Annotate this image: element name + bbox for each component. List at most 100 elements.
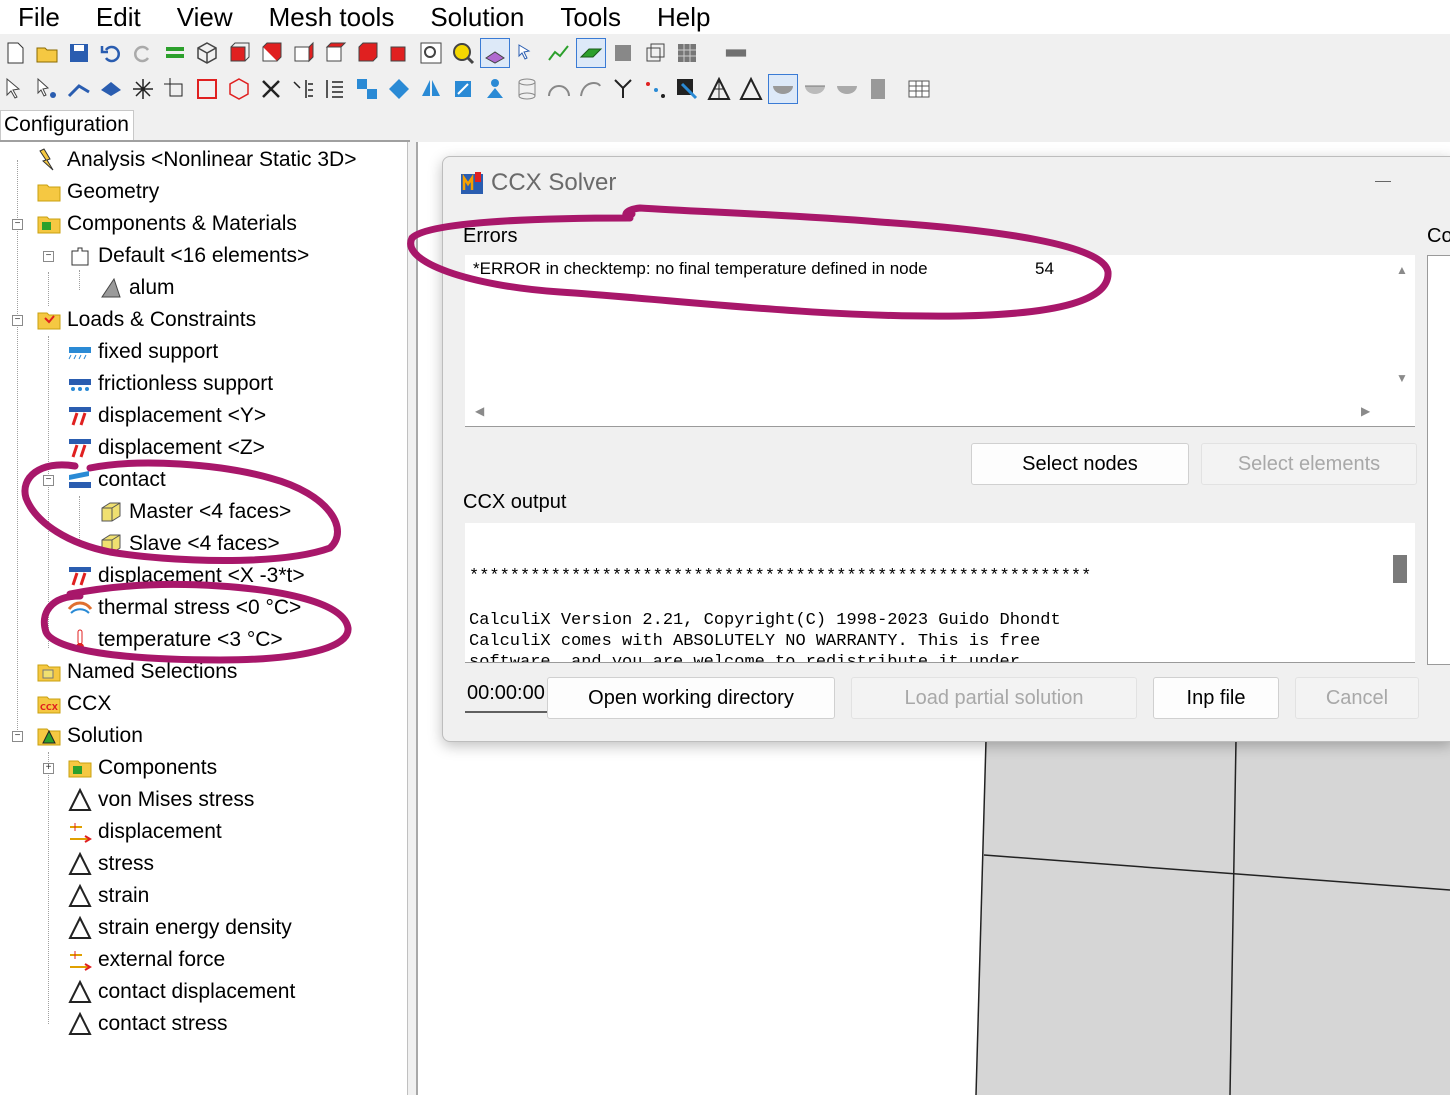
view-iso-icon[interactable] [192,38,222,68]
minimize-button[interactable] [1375,181,1391,182]
mesh-wireframe-icon[interactable] [672,38,702,68]
tree-item-components-materials[interactable]: Components & Materials [36,208,297,240]
redo-icon[interactable] [128,38,158,68]
shaded-icon[interactable] [608,38,638,68]
nodes-icon[interactable] [128,74,158,104]
undo-icon[interactable] [96,38,126,68]
move-icon[interactable] [448,74,478,104]
tree-item-default[interactable]: Default <16 elements> [67,240,309,272]
select-node-icon[interactable] [32,74,62,104]
triangle-icon[interactable] [736,74,766,104]
scroll-thumb[interactable] [1393,555,1407,583]
table-icon[interactable] [904,74,934,104]
split-icon[interactable] [288,74,318,104]
menu-edit[interactable]: Edit [78,0,159,34]
pointer-icon[interactable] [0,74,30,104]
expand-solution[interactable]: − [12,731,23,742]
mirror-icon[interactable] [416,74,446,104]
tree-item-strain-energy[interactable]: strain energy density [67,912,292,944]
side-panel[interactable] [1427,255,1450,665]
tree-item-geometry[interactable]: Geometry [36,176,159,208]
bowl-split-icon[interactable] [832,74,862,104]
save-icon[interactable] [64,38,94,68]
element-cube-icon[interactable] [224,74,254,104]
inp-file-button[interactable]: Inp file [1153,677,1279,719]
nodes-box-icon[interactable] [160,74,190,104]
tree-item-thermal-stress[interactable]: thermal stress <0 °C> [67,592,301,624]
graph-icon[interactable] [544,38,574,68]
menu-view[interactable]: View [159,0,251,34]
black-arrow-icon[interactable] [672,74,702,104]
select-elements-button[interactable]: Select elements [1201,443,1417,485]
new-file-icon[interactable] [0,38,30,68]
ccx-output-box[interactable]: ****************************************… [465,523,1415,663]
tree-item-analysis[interactable]: Analysis <Nonlinear Static 3D> [36,144,356,176]
element-square-icon[interactable] [192,74,222,104]
color-bar-icon[interactable] [718,38,754,68]
tree-item-ccx[interactable]: CCX CCX [36,688,111,720]
load-partial-solution-button[interactable]: Load partial solution [851,677,1137,719]
tree-item-von-mises[interactable]: von Mises stress [67,784,254,816]
open-folder-icon[interactable] [32,38,62,68]
menu-solution[interactable]: Solution [412,0,542,34]
list-icon[interactable] [160,38,190,68]
expand-contact[interactable]: − [43,475,54,486]
menu-mesh-tools[interactable]: Mesh tools [251,0,413,34]
view-bottom-icon[interactable] [384,38,414,68]
menu-file[interactable]: File [0,0,78,34]
select-face-icon[interactable] [96,74,126,104]
grid-gray-icon[interactable] [864,74,894,104]
view-back-icon[interactable] [256,38,286,68]
tree-item-components[interactable]: Components [67,752,217,784]
open-working-directory-button[interactable]: Open working directory [547,677,835,719]
curve-icon[interactable] [576,74,606,104]
tree-item-frictionless-support[interactable]: frictionless support [67,368,273,400]
bowl-icon[interactable] [768,74,798,104]
tree-item-external-force[interactable]: external force [67,944,225,976]
tree-item-slave[interactable]: Slave <4 faces> [98,528,280,560]
tree-item-displacement-z[interactable]: displacement <Z> [67,432,265,464]
surface-icon[interactable] [576,38,606,68]
view-front-icon[interactable] [224,38,254,68]
tree-item-master[interactable]: Master <4 faces> [98,496,291,528]
tree-item-fixed-support[interactable]: fixed support [67,336,218,368]
arch-icon[interactable] [544,74,574,104]
select-dropdown-icon[interactable] [512,38,542,68]
triangle-mesh-icon[interactable] [704,74,734,104]
tree-item-alum[interactable]: alum [98,272,175,304]
tree-item-strain[interactable]: strain [67,880,149,912]
menu-help[interactable]: Help [639,0,728,34]
tree-item-named-selections[interactable]: Named Selections [36,656,237,688]
errors-hscroll[interactable]: ◀ ▶ [465,398,1387,426]
tree-item-loads[interactable]: Loads & Constraints [36,304,256,336]
delete-icon[interactable] [256,74,286,104]
mesh-viewport[interactable] [418,740,1450,1095]
wireframe-icon[interactable] [640,38,670,68]
view-top-icon[interactable] [352,38,382,68]
output-vscroll[interactable] [1387,523,1415,662]
zoom-fit-icon[interactable] [448,38,478,68]
tree-item-displacement-x[interactable]: displacement <X -3*t> [67,560,305,592]
errors-box[interactable]: *ERROR in checktemp: no final temperatur… [465,255,1415,427]
tree-item-temperature[interactable]: temperature <3 °C> [67,624,283,656]
table-lines-icon[interactable] [320,74,350,104]
errors-vscroll[interactable]: ▲ ▼ [1387,255,1415,399]
diamond-icon[interactable] [384,74,414,104]
view-left-icon[interactable] [288,38,318,68]
person-icon[interactable] [480,74,510,104]
tree-item-contact-stress[interactable]: contact stress [67,1008,228,1040]
cancel-button[interactable]: Cancel [1295,677,1419,719]
expand-components-materials[interactable]: − [12,219,23,230]
select-edge-icon[interactable] [64,74,94,104]
tree-item-solution[interactable]: Solution [36,720,143,752]
tree-item-contact-displacement[interactable]: contact displacement [67,976,295,1008]
tree-item-stress[interactable]: stress [67,848,154,880]
view-right-icon[interactable] [320,38,350,68]
tree-item-displacement[interactable]: displacement [67,816,222,848]
expand-components[interactable]: + [43,763,54,774]
select-nodes-button[interactable]: Select nodes [971,443,1189,485]
scroll-right-icon[interactable]: ▶ [1361,404,1370,418]
cylinder-icon[interactable] [512,74,542,104]
configuration-tab[interactable]: Configuration [0,110,134,140]
dots-icon[interactable] [640,74,670,104]
